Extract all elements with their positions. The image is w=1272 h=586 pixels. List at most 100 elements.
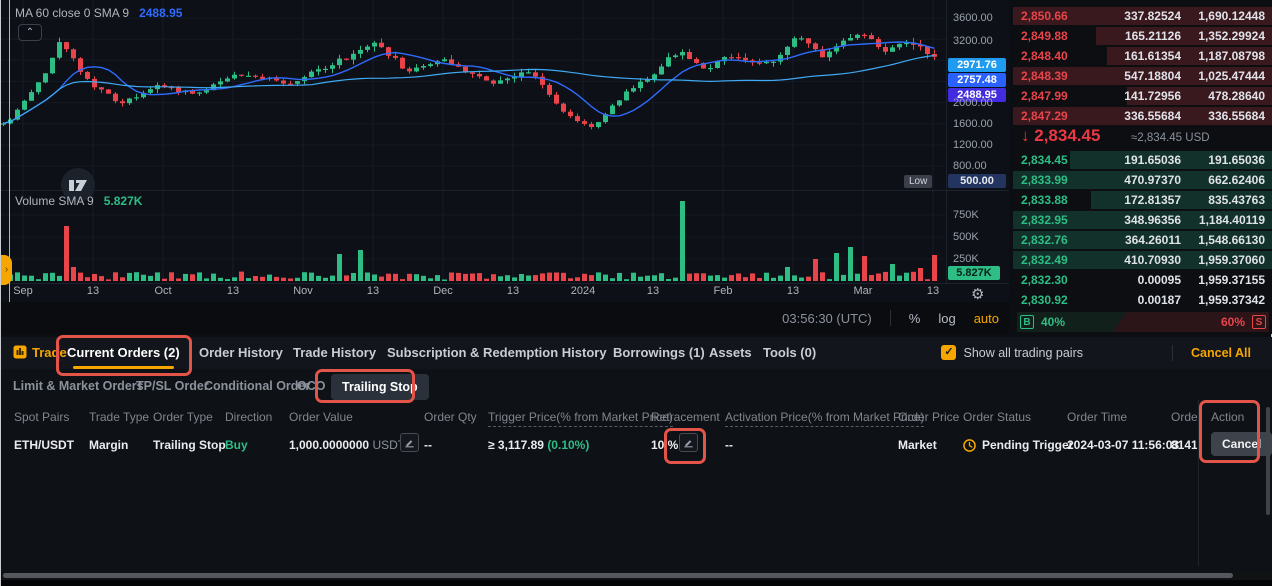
time-axis-label: Dec: [433, 285, 453, 297]
vertical-scrollbar-thumb[interactable]: [1266, 407, 1270, 515]
edit-retracement-icon[interactable]: [679, 433, 698, 452]
price: 2,832.30: [1021, 273, 1068, 287]
candlestick-canvas[interactable]: [1, 0, 1009, 302]
time-axis-label: Nov: [293, 285, 313, 297]
ask-rows: 2,850.66337.825241,690.124482,849.88165.…: [1013, 6, 1272, 126]
ask-row[interactable]: 2,847.29336.55684336.55684: [1013, 106, 1272, 126]
amount: 337.82524: [1124, 9, 1181, 23]
order-type-subtabs: Limit & Market Orders TP/SL Order Condit…: [1, 372, 1272, 404]
tab-borrowings[interactable]: Borrowings (1): [613, 337, 705, 369]
cell-pair[interactable]: ETH/USDT: [14, 438, 74, 452]
amount: 0.00095: [1138, 273, 1181, 287]
bid-rows: 2,834.45191.65036191.650362,833.99470.97…: [1013, 150, 1272, 310]
time-axis-label: 13: [507, 285, 519, 297]
cancel-order-button[interactable]: Cancel: [1211, 432, 1272, 456]
time-axis-label: Feb: [714, 285, 733, 297]
log-scale-button[interactable]: log: [938, 311, 955, 326]
cancel-all-button[interactable]: Cancel All: [1191, 337, 1251, 369]
price: 2,832.76: [1021, 233, 1068, 247]
last-price: ↓ 2,834.45: [1021, 126, 1100, 146]
edit-order-value-icon[interactable]: [400, 433, 419, 452]
horizontal-scrollbar-thumb[interactable]: [3, 573, 1233, 578]
tab-trade-history[interactable]: Trade History: [293, 337, 376, 369]
sidebar-expand-handle[interactable]: ›: [1, 255, 12, 285]
bid-row[interactable]: 2,833.88172.81357835.43763: [1013, 190, 1272, 210]
bid-row[interactable]: 2,832.300.000951,959.37155: [1013, 270, 1272, 290]
bid-row[interactable]: 2,832.49410.709301,959.37060: [1013, 250, 1272, 270]
col-order-qty: Order Qty: [424, 410, 477, 424]
trading-app: MA 60 close 0 SMA 92488.95 ⌃ 3600.00 320…: [0, 0, 1272, 586]
volume-indicator-label: Volume SMA 9: [15, 194, 94, 208]
utc-clock: 03:56:30 (UTC): [782, 311, 872, 326]
ask-row[interactable]: 2,848.39547.188041,025.47444: [1013, 66, 1272, 86]
tab-tools[interactable]: Tools (0): [763, 337, 816, 369]
chart-collapse-button[interactable]: ⌃: [18, 24, 42, 41]
tab-current-orders[interactable]: Current Orders (2): [67, 337, 180, 369]
price-chart[interactable]: MA 60 close 0 SMA 92488.95 ⌃ 3600.00 320…: [1, 0, 1009, 334]
col-trigger-price[interactable]: Trigger Price(% from Market Price): [488, 410, 673, 427]
subtab-oco[interactable]: OCO: [297, 379, 325, 393]
price-axis-label: 1600.00: [953, 118, 1005, 130]
volume-axis-label: 250K: [953, 253, 1005, 265]
cell-activation-price: --: [725, 438, 733, 452]
buy-sell-ratio-bar: B 40% 60% S: [1017, 312, 1269, 332]
time-axis-label: 13: [227, 285, 239, 297]
low-marker-label: Low: [904, 175, 932, 188]
price-axis-label: 3600.00: [953, 12, 1005, 24]
bid-row[interactable]: 2,832.95348.963561,184.40119: [1013, 210, 1272, 230]
price: 2,848.39: [1021, 69, 1068, 83]
amount: 0.00187: [1138, 293, 1181, 307]
last-price-row[interactable]: ↓ 2,834.45 ≈2,834.45 USD: [1013, 124, 1272, 150]
time-axis[interactable]: Sep13Oct13Nov13Dec13202413Feb13Mar13: [1, 285, 946, 301]
price: 2,832.49: [1021, 253, 1068, 267]
bid-row[interactable]: 2,832.76364.260111,548.66130: [1013, 230, 1272, 250]
total: 478.28640: [1208, 89, 1265, 103]
ask-row[interactable]: 2,848.40161.613541,187.08798: [1013, 46, 1272, 66]
auto-scale-button[interactable]: auto: [974, 311, 999, 326]
total: 1,025.47444: [1198, 69, 1265, 83]
price-axis-label: 2000.00: [953, 97, 1005, 109]
total: 1,548.66130: [1198, 233, 1265, 247]
price: 2,850.66: [1021, 9, 1068, 23]
percent-scale-button[interactable]: %: [909, 311, 921, 326]
subtab-tpsl[interactable]: TP/SL Order: [136, 379, 209, 393]
bid-row[interactable]: 2,834.45191.65036191.65036: [1013, 150, 1272, 170]
subtab-limit-market[interactable]: Limit & Market Orders: [13, 379, 144, 393]
tab-assets[interactable]: Assets: [709, 337, 752, 369]
cell-order-value: 1,000.0000000 USDT: [289, 438, 405, 452]
subtab-conditional[interactable]: Conditional Order: [204, 379, 310, 393]
subtab-trailing-stop[interactable]: Trailing Stop: [331, 374, 429, 400]
show-all-pairs-checkbox[interactable]: ✓ Show all trading pairs: [941, 345, 1083, 360]
bid-row[interactable]: 2,830.920.001871,959.37342: [1013, 290, 1272, 310]
ask-row[interactable]: 2,850.66337.825241,690.12448: [1013, 6, 1272, 26]
price-axis-label: 1200.00: [953, 139, 1005, 151]
total: 1,187.08798: [1198, 49, 1265, 63]
price: 2,832.95: [1021, 213, 1068, 227]
trigger-percent: (0.10%): [547, 438, 589, 452]
buy-badge[interactable]: B: [1020, 315, 1034, 329]
action-column-divider: [1198, 400, 1199, 566]
cell-order-qty: --: [424, 438, 432, 452]
pencil-icon: [683, 437, 694, 448]
bid-row[interactable]: 2,833.99470.97370662.62406: [1013, 170, 1272, 190]
col-order-id: Order ID: [1171, 410, 1197, 424]
cell-trade-type: Margin: [89, 438, 128, 452]
col-direction: Direction: [225, 410, 272, 424]
sell-badge[interactable]: S: [1252, 315, 1266, 329]
ask-row[interactable]: 2,847.99141.72956478.28640: [1013, 86, 1272, 106]
cell-trigger-price: ≥ 3,117.89 (0.10%): [488, 438, 589, 452]
price-axis-label: 3200.00: [953, 35, 1005, 47]
cell-order-type: Trailing Stop: [153, 438, 226, 452]
tab-subscription-redemption-history[interactable]: Subscription & Redemption History: [387, 337, 607, 369]
tab-order-history[interactable]: Order History: [199, 337, 283, 369]
col-activation-price[interactable]: Activation Price(% from Market Price): [725, 410, 924, 427]
ma-price-badge: 2971.76: [948, 58, 1006, 72]
price: 2,848.40: [1021, 49, 1068, 63]
time-axis-label: 13: [87, 285, 99, 297]
ma-indicator-row: MA 60 close 0 SMA 92488.95: [15, 6, 182, 20]
gear-icon[interactable]: ⚙: [971, 285, 984, 303]
chart-toolbar: 03:56:30 (UTC) % log auto: [1, 302, 1009, 334]
volume-value-badge: 5.827K: [948, 266, 1000, 280]
time-axis-label: 13: [367, 285, 379, 297]
ask-row[interactable]: 2,849.88165.211261,352.29924: [1013, 26, 1272, 46]
